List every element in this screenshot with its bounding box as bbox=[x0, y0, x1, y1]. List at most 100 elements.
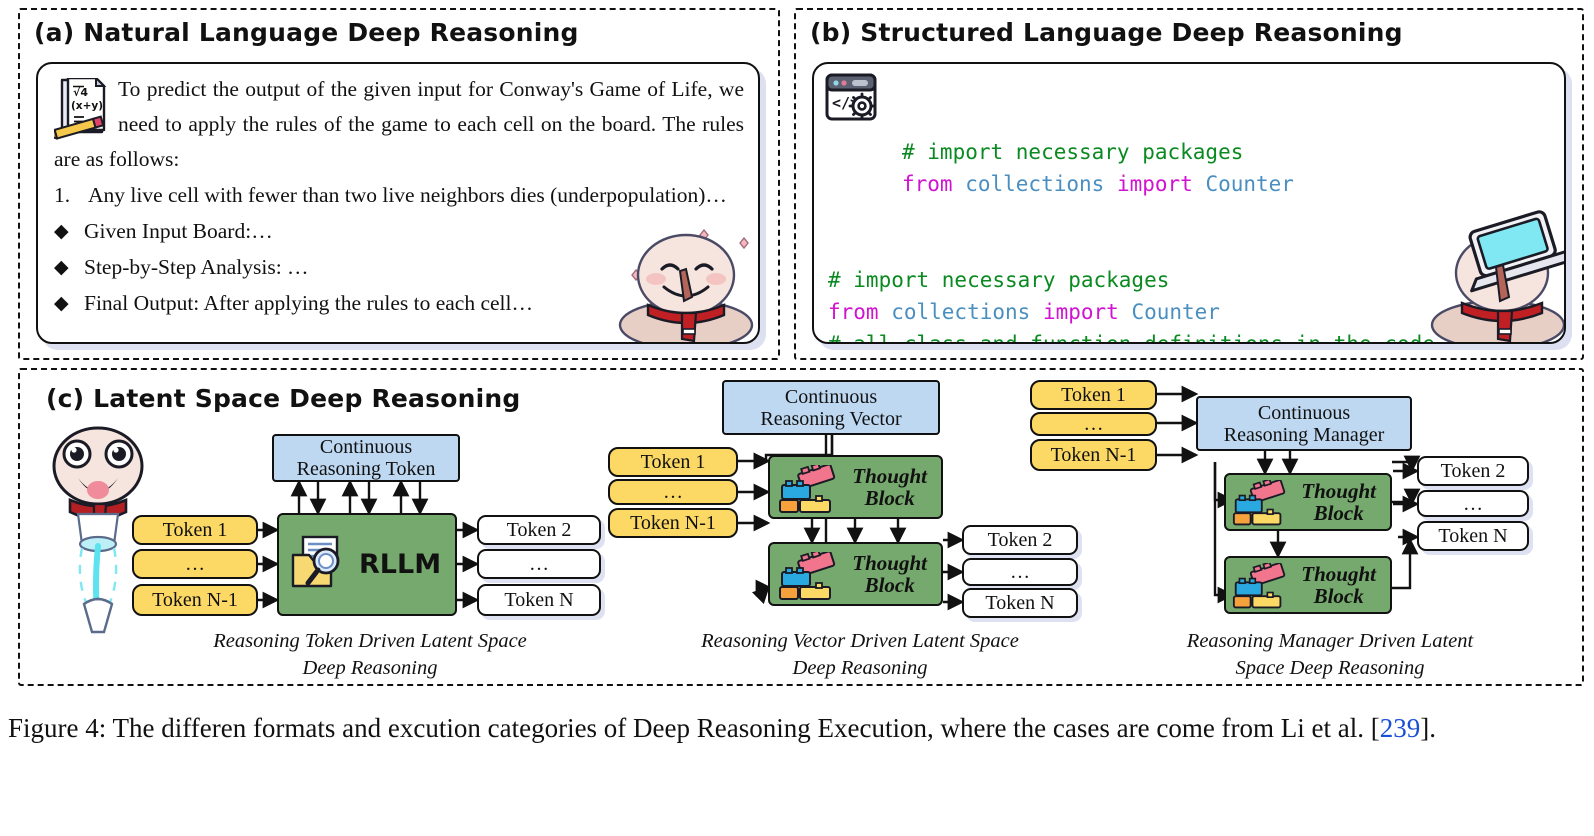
mid-output-token-n: Token N bbox=[962, 588, 1078, 618]
code-token: Counter bbox=[1205, 172, 1294, 196]
panel-a-bullet-item: ◆ Step-by-Step Analysis: … bbox=[54, 250, 744, 285]
left-output-token-ellipsis: … bbox=[477, 549, 601, 579]
thought-block-line-2: Block bbox=[864, 486, 915, 510]
caption-line-1: Reasoning Token Driven Latent Space bbox=[213, 630, 527, 652]
figure-root: (a) Natural Language Deep Reasoning √4 (… bbox=[0, 0, 1594, 836]
left-output-token-2: Token 2 bbox=[477, 515, 601, 545]
caption-line-2: Deep Reasoning bbox=[302, 657, 438, 679]
diamond-bullet-icon: ◆ bbox=[54, 257, 69, 278]
right-output-token-n: Token N bbox=[1417, 521, 1529, 551]
code-token: # import necessary packages bbox=[828, 268, 1170, 292]
code-line: from collections import Counter bbox=[828, 296, 1554, 328]
thought-block-line-2: Block bbox=[1313, 584, 1364, 608]
thought-block-line-1: Thought bbox=[852, 551, 927, 575]
panel-a-card: √4 (x+y) To predict the output of the gi… bbox=[36, 62, 760, 344]
lego-bricks-icon bbox=[778, 549, 836, 604]
code-token: from bbox=[828, 300, 892, 324]
box-line-2: Reasoning Token bbox=[296, 458, 436, 480]
mid-output-token-ellipsis: … bbox=[962, 558, 1078, 586]
panel-a-paragraph: To predict the output of the given input… bbox=[54, 77, 744, 171]
rllm-label: RLLM bbox=[359, 548, 442, 580]
right-input-token-ellipsis: … bbox=[1030, 412, 1157, 436]
code-token: collections bbox=[965, 172, 1117, 196]
lego-bricks-icon bbox=[778, 462, 836, 517]
figure-caption-suffix: ]. bbox=[1420, 713, 1436, 743]
citation-ref[interactable]: 239 bbox=[1380, 713, 1421, 743]
mid-input-token-1: Token 1 bbox=[608, 447, 738, 477]
code-token: Counter bbox=[1131, 300, 1220, 324]
panel-a-bullet-item: ◆ Final Output: After applying the rules… bbox=[54, 286, 744, 321]
mid-thought-block-2: Thought Block bbox=[768, 542, 943, 606]
thought-block-line-1: Thought bbox=[1301, 562, 1376, 586]
lego-bricks-icon bbox=[1232, 478, 1286, 530]
box-line-1: Continuous bbox=[319, 436, 413, 458]
list-text: Any live cell with fewer than two live n… bbox=[88, 183, 727, 207]
code-line: # import necessary packages bbox=[828, 264, 1554, 296]
right-thought-block-2: Thought Block bbox=[1224, 556, 1392, 614]
figure-caption: Figure 4: The differen formats and excut… bbox=[8, 706, 1578, 750]
svg-text:√4: √4 bbox=[73, 86, 88, 99]
code-line: # all class and function definitions in … bbox=[828, 328, 1554, 344]
document-search-icon bbox=[287, 531, 349, 598]
continuous-reasoning-manager-box: Continuous Reasoning Manager bbox=[1196, 396, 1412, 451]
diamond-bullet-icon: ◆ bbox=[54, 221, 69, 242]
continuous-reasoning-token-box: Continuous Reasoning Token bbox=[272, 434, 460, 482]
continuous-reasoning-vector-box: Continuous Reasoning Vector bbox=[722, 380, 940, 435]
box-line-1: Continuous bbox=[1257, 401, 1351, 424]
mid-thought-block-1: Thought Block bbox=[768, 455, 943, 519]
bullet-text: Given Input Board:… bbox=[84, 219, 273, 243]
rllm-core-box: RLLM bbox=[277, 513, 457, 616]
code-token: collections bbox=[891, 300, 1043, 324]
code-token: # all class and function definitions in … bbox=[828, 332, 1435, 344]
panel-c-title: (c) Latent Space Deep Reasoning bbox=[46, 384, 521, 413]
panel-b-card: </> # import necessary packages from coll… bbox=[812, 62, 1566, 344]
thought-block-line-1: Thought bbox=[852, 464, 927, 488]
figure-caption-text: The differen formats and excution catego… bbox=[106, 713, 1380, 743]
code-token: import bbox=[1116, 172, 1206, 196]
bullet-text: Final Output: After applying the rules t… bbox=[84, 291, 534, 315]
right-diagram-caption: Reasoning Manager Driven Latent Space De… bbox=[1140, 628, 1520, 682]
mid-input-token-ellipsis: … bbox=[608, 479, 738, 505]
code-line: # import necessary packages bbox=[902, 136, 1554, 168]
code-line: from collections import Counter bbox=[902, 168, 1554, 200]
panel-b-title: (b) Structured Language Deep Reasoning bbox=[810, 18, 1403, 47]
code-token: # import necessary packages bbox=[902, 140, 1244, 164]
code-token: from bbox=[902, 172, 966, 196]
panel-a-prose: √4 (x+y) To predict the output of the gi… bbox=[48, 72, 744, 321]
left-input-token-ellipsis: … bbox=[132, 549, 258, 579]
left-input-token-n-1: Token N-1 bbox=[132, 584, 258, 616]
box-line-2: Reasoning Vector bbox=[760, 407, 902, 430]
panel-b-code: # import necessary packages from collecti… bbox=[828, 72, 1554, 344]
left-input-token-1: Token 1 bbox=[132, 515, 258, 545]
code-header-lines: # import necessary packages from collecti… bbox=[828, 136, 1554, 200]
svg-text:(x+y): (x+y) bbox=[71, 100, 103, 112]
mid-input-token-n-1: Token N-1 bbox=[608, 508, 738, 538]
panel-a-title: (a) Natural Language Deep Reasoning bbox=[34, 18, 579, 47]
bullet-text: Step-by-Step Analysis: … bbox=[84, 255, 309, 279]
panel-a-bullet-item: ◆ Given Input Board:… bbox=[54, 214, 744, 249]
thought-block-line-2: Block bbox=[1313, 501, 1364, 525]
box-line-2: Reasoning Manager bbox=[1223, 423, 1385, 446]
figure-number: Figure 4: bbox=[8, 713, 107, 743]
lego-bricks-icon bbox=[1232, 561, 1286, 613]
thought-block-line-1: Thought bbox=[1301, 479, 1376, 503]
right-input-token-1: Token 1 bbox=[1030, 380, 1157, 410]
caption-line-1: Reasoning Vector Driven Latent Space bbox=[701, 630, 1019, 652]
diamond-bullet-icon: ◆ bbox=[54, 293, 69, 314]
math-document-icon: √4 (x+y) bbox=[48, 75, 110, 140]
list-number: 1. bbox=[54, 183, 71, 207]
code-body-lines: # import necessary packages from collecti… bbox=[828, 264, 1554, 344]
code-token: import bbox=[1042, 300, 1132, 324]
right-output-token-ellipsis: … bbox=[1417, 490, 1529, 517]
mid-output-token-2: Token 2 bbox=[962, 525, 1078, 555]
thought-block-line-2: Block bbox=[864, 573, 915, 597]
box-line-1: Continuous bbox=[784, 385, 878, 408]
caption-line-2: Space Deep Reasoning bbox=[1235, 657, 1425, 679]
right-thought-block-1: Thought Block bbox=[1224, 473, 1392, 531]
right-output-token-2: Token 2 bbox=[1417, 456, 1529, 486]
right-input-token-n-1: Token N-1 bbox=[1030, 439, 1157, 471]
left-output-token-n: Token N bbox=[477, 584, 601, 616]
panel-a-numbered-item: 1. Any live cell with fewer than two liv… bbox=[54, 178, 744, 213]
caption-line-1: Reasoning Manager Driven Latent bbox=[1186, 630, 1474, 652]
left-diagram-caption: Reasoning Token Driven Latent Space Deep… bbox=[160, 628, 580, 682]
